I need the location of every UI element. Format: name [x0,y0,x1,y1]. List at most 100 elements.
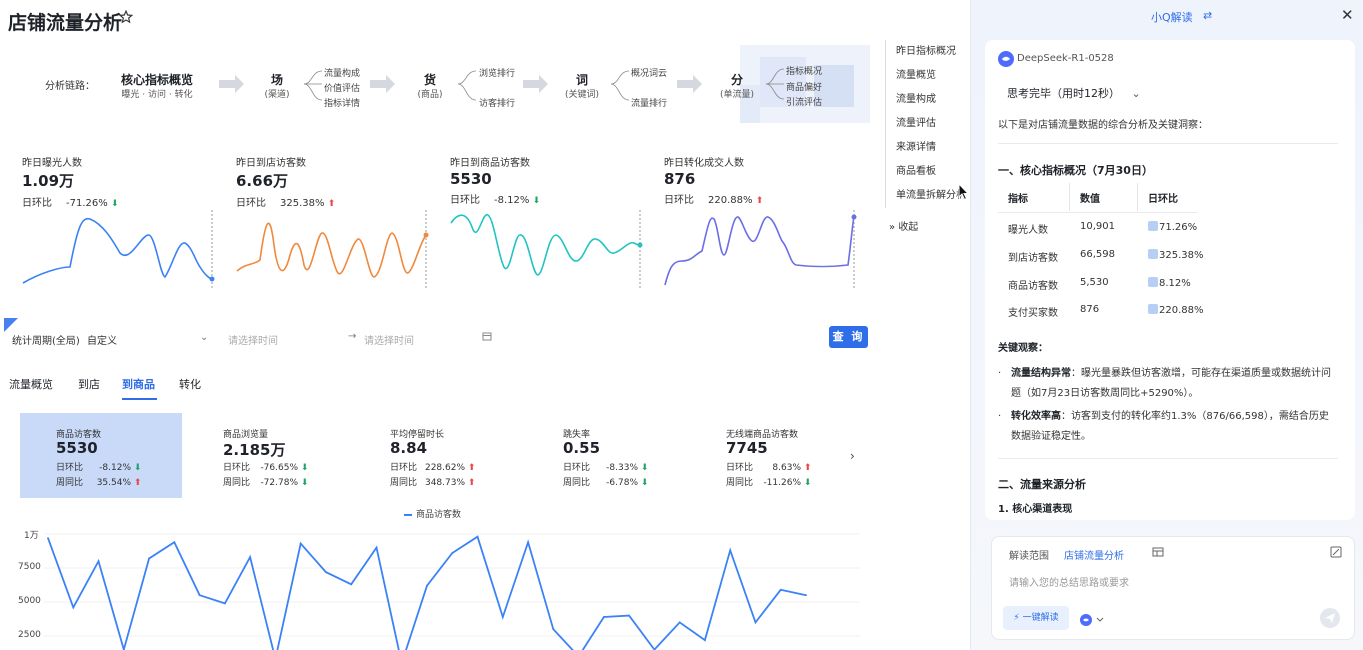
metric-card[interactable]: 跳失率 0.55 日环比 -8.33% ⬇ 周同比 -6.78% ⬇ [520,413,682,498]
tab-conversion[interactable]: 转化 [179,376,201,392]
scope-label: 解读范围 [1009,551,1049,562]
collapse-label: 收起 [898,222,919,233]
summary-input[interactable]: 请输入您的总结思路或要求 [1009,574,1129,589]
data-point[interactable] [198,594,201,597]
kpi-card: 昨日曝光人数 1.09万 日环比 -71.26% ⬇ [22,154,222,209]
side-menu-item[interactable]: 来源详情 [896,136,970,160]
kpi-title: 昨日到商品访客数 [450,158,530,169]
chart-legend[interactable]: 商品访客数 [404,507,461,520]
section-heading: 二、流量来源分析 [998,478,1086,491]
table-cell: 66,598 [1080,249,1115,260]
table-icon[interactable] [1152,546,1164,558]
data-point[interactable] [426,584,428,587]
data-point[interactable] [47,537,49,539]
double-chevron-icon: » [889,222,896,233]
data-point[interactable] [704,639,706,641]
data-point[interactable] [603,616,605,618]
magic-wand-icon: ⚡ [1013,613,1020,623]
arrow-up-icon: ⬆ [467,478,476,488]
active-tab-indicator [122,398,157,400]
data-point[interactable] [325,571,327,573]
scope-value[interactable]: 店铺流量分析 [1064,547,1124,562]
metric-value: 8.84 [390,439,428,457]
data-point[interactable] [451,552,454,554]
data-point[interactable] [375,546,378,549]
metric-card[interactable]: 无线端商品访客数 7745 日环比 8.63% ⬆ 周同比 -11.26% ⬇ [686,413,846,498]
query-button[interactable]: 查 询 [829,326,868,348]
metric-label: 周同比 [223,478,251,488]
data-point[interactable] [754,621,757,624]
side-menu-item[interactable]: 流量评估 [896,112,970,136]
table-cell-value: 8.12% [1159,278,1191,289]
table-col-divider [1137,183,1138,211]
calendar-icon[interactable] [482,331,492,341]
data-point[interactable] [527,541,529,544]
table-cell: 71.26% [1148,221,1197,233]
chevron-down-icon: ⌄ [1131,87,1141,100]
data-point[interactable] [805,594,807,597]
metric-pct: -8.12% [99,463,132,473]
end-date-input[interactable]: 请选择时间 [364,332,414,347]
metric-value: 2.185万 [223,441,286,459]
data-point[interactable] [628,614,630,617]
goods-visitor-line-chart [44,533,860,650]
data-point[interactable] [299,542,302,545]
data-point[interactable] [350,583,353,586]
model-selector[interactable] [1080,611,1106,630]
tab-traffic-overview[interactable]: 流量概览 [9,376,53,392]
intro-text: 以下是对店铺流量数据的综合分析及关键洞察： [998,120,1208,131]
observation-heading: 关键观察： [998,343,1048,354]
arrow-up-icon: ⬆ [133,478,142,488]
kpi-card: 昨日到商品访客数 5530 日环比 -8.12% ⬇ [450,154,650,206]
arrow-down-icon: ⬇ [133,463,142,473]
side-menu-item[interactable]: 商品看板 [896,160,970,184]
tab-store[interactable]: 到店 [78,376,100,392]
data-point[interactable] [476,535,479,538]
kpi-sparkline [450,210,643,290]
observation-bold: 流量结构异常 [1011,368,1071,379]
data-point[interactable] [249,556,252,558]
arrow-down-icon: ⬇ [300,463,309,473]
table-cell: 5,530 [1080,277,1109,288]
metric-card[interactable]: 商品浏览量 2.185万 日环比 -76.65% ⬇ 周同比 -72.78% ⬇ [186,413,348,498]
metric-pct: 8.63% [772,463,802,473]
metric-pct: 228.62% [424,463,466,473]
data-point[interactable] [552,628,555,631]
arrow-up-badge-icon [1148,249,1158,259]
data-point[interactable] [173,541,176,544]
arrow-down-badge-icon [1148,277,1158,287]
chevron-down-icon[interactable]: ⌄ [200,332,208,343]
send-icon[interactable] [1320,608,1340,628]
arrow-icon [523,75,548,93]
data-point[interactable] [224,602,226,605]
table-cell: 商品访客数 [1008,281,1058,292]
collapse-button[interactable]: » 收起 [889,218,918,233]
swap-icon[interactable]: ⇄ [1203,9,1212,22]
period-select[interactable]: 自定义 [87,332,117,347]
chevron-right-icon[interactable]: › [850,449,855,463]
metric-card[interactable]: 商品访客数 5530 日环比 -8.12% ⬇ 周同比 35.54% ⬆ [20,413,182,498]
observation-bold: 转化效率高 [1011,411,1061,422]
data-point[interactable] [97,560,100,563]
arrow-icon [677,75,702,93]
series-line [47,535,807,650]
data-point[interactable] [501,616,504,618]
tab-goods[interactable]: 到商品 [122,376,155,392]
edit-icon[interactable] [1330,546,1342,558]
side-menu-item[interactable]: 昨日指标概况 [896,40,970,64]
star-icon[interactable] [119,10,133,24]
thinking-status[interactable]: 思考完毕（用时12秒） ⌄ [1007,85,1141,101]
metric-card[interactable]: 平均停留时长 8.84 日环比 228.62% ⬆ 周同比 348.73% ⬆ [352,413,514,498]
side-menu-item[interactable]: 流量概览 [896,64,970,88]
start-date-input[interactable]: 请选择时间 [228,332,278,347]
arrow-up-icon: ⬆ [803,463,812,473]
data-point[interactable] [678,621,681,624]
data-point[interactable] [148,557,151,560]
data-point[interactable] [779,588,782,591]
one-click-interpret-button[interactable]: ⚡ 一键解读 [1003,606,1069,630]
data-point[interactable] [72,606,75,609]
data-point[interactable] [729,549,732,552]
metric-label: 日环比 [563,463,591,473]
close-icon[interactable]: ✕ [1341,6,1354,24]
side-menu-item[interactable]: 流量构成 [896,88,970,112]
